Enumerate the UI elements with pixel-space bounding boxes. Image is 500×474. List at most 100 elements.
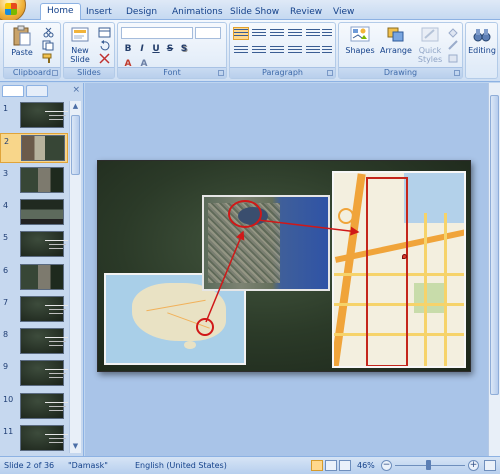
reset-icon[interactable] [98, 40, 111, 51]
slide-thumbnail[interactable]: 2 [0, 133, 68, 164]
map-street [424, 213, 427, 366]
align-left-button[interactable] [234, 45, 248, 56]
new-slide-button[interactable]: New Slide [66, 25, 94, 64]
slide-thumbnail-image [20, 392, 68, 419]
copy-icon[interactable] [42, 40, 55, 51]
slide-thumbnail[interactable]: 1 [0, 101, 68, 131]
slide-thumbnail[interactable]: 11 [0, 424, 68, 454]
strikethrough-button[interactable]: S [164, 43, 176, 55]
numbering-button[interactable] [252, 28, 266, 39]
drawing-dialog-launcher[interactable] [454, 70, 460, 76]
shape-effects-icon[interactable] [447, 53, 460, 64]
paste-button[interactable]: Paste [7, 25, 37, 57]
text-shadow-button[interactable]: S [178, 43, 190, 55]
slides-pane: × 1 2 3 4 5 6 7 8 9 10 11 ▲ ▼ [0, 83, 84, 456]
arrange-button[interactable]: Arrange [379, 25, 413, 55]
slide-show-view-button[interactable] [339, 460, 351, 471]
map-park [414, 283, 444, 313]
text-direction-button[interactable] [322, 28, 332, 39]
slide-thumbnail[interactable]: 7 [0, 295, 68, 325]
font-dialog-launcher[interactable] [218, 70, 224, 76]
slide-thumbnail[interactable]: 8 [0, 327, 68, 357]
office-button[interactable] [0, 0, 26, 22]
shape-outline-icon[interactable] [447, 40, 460, 51]
cut-icon[interactable] [42, 27, 55, 38]
editing-button[interactable]: Editing [467, 25, 497, 55]
fit-to-window-button[interactable] [484, 460, 496, 471]
slide-thumbnail[interactable]: 10 [0, 392, 68, 422]
scroll-down-icon[interactable]: ▼ [71, 442, 80, 452]
slides-pane-scrollbar[interactable]: ▲ ▼ [69, 101, 81, 453]
zoom-level[interactable]: 46% [357, 461, 375, 470]
theme-status[interactable]: "Damask" [68, 461, 108, 470]
highlight-circle[interactable] [196, 318, 214, 336]
language-status[interactable]: English (United States) [135, 461, 227, 470]
layout-icon[interactable] [98, 27, 111, 38]
thumbnail-text-lines [45, 369, 68, 380]
increase-indent-button[interactable] [288, 28, 302, 39]
editor-scrollbar[interactable] [488, 83, 500, 456]
slide-thumbnail[interactable]: 6 [0, 263, 68, 293]
highlight-circle[interactable] [338, 208, 354, 224]
align-text-button[interactable] [322, 45, 332, 56]
align-right-button[interactable] [270, 45, 284, 56]
slide-number: 5 [3, 233, 9, 243]
slide-number: 10 [3, 394, 14, 404]
slide-thumbnail[interactable]: 4 [0, 198, 68, 228]
paragraph-dialog-launcher[interactable] [327, 70, 333, 76]
slide-thumbnail-image [20, 295, 68, 322]
scroll-thumb[interactable] [71, 115, 80, 175]
tab-slide-show[interactable]: Slide Show [224, 5, 285, 20]
slide-thumbnail[interactable]: 9 [0, 359, 68, 389]
slide-thumbnail[interactable]: 3 [0, 166, 68, 196]
quick-styles-button[interactable]: Quick Styles [415, 25, 445, 64]
tab-insert[interactable]: Insert [80, 5, 118, 20]
shapes-button[interactable]: Shapes [343, 25, 377, 55]
normal-view-button[interactable] [311, 460, 323, 471]
tab-review[interactable]: Review [284, 5, 328, 20]
columns-button[interactable] [306, 45, 320, 56]
zoom-slider-knob[interactable] [426, 460, 431, 470]
drawing-group: Shapes Arrange Quick Styles Drawing [338, 22, 463, 79]
slide-sorter-view-button[interactable] [325, 460, 337, 471]
slide-thumbnail[interactable]: 5 [0, 230, 68, 260]
slide-number: 11 [3, 427, 14, 436]
paragraph-group: Paragraph [229, 22, 336, 79]
format-painter-icon[interactable] [42, 53, 55, 64]
italic-button[interactable]: I [136, 43, 148, 55]
decrease-indent-button[interactable] [270, 28, 284, 39]
shape-fill-icon[interactable] [447, 27, 460, 38]
tab-animations[interactable]: Animations [166, 5, 229, 20]
map-street [444, 213, 447, 366]
clipboard-dialog-launcher[interactable] [52, 70, 58, 76]
slide-thumbnail-image [21, 135, 65, 162]
close-pane-icon[interactable]: × [72, 85, 80, 95]
bold-button[interactable]: B [122, 43, 134, 55]
bullets-button[interactable] [233, 27, 249, 40]
highlight-circle[interactable] [228, 200, 262, 228]
delete-slide-icon[interactable] [98, 53, 111, 64]
zoom-in-button[interactable]: + [468, 460, 479, 471]
zoom-out-button[interactable]: − [381, 460, 392, 471]
tab-view[interactable]: View [327, 5, 360, 20]
tab-outline[interactable] [26, 85, 48, 97]
justify-button[interactable] [288, 45, 302, 56]
underline-button[interactable]: U [150, 43, 162, 55]
paste-icon [13, 25, 31, 46]
street-map-image[interactable] [332, 171, 466, 368]
align-center-button[interactable] [252, 45, 266, 56]
aerial-sydney-image[interactable] [202, 195, 330, 291]
font-size-combobox[interactable] [195, 27, 221, 39]
map-tasmania [184, 341, 196, 349]
slide-thumbnail-image [20, 263, 64, 290]
scroll-up-icon[interactable]: ▲ [71, 102, 80, 112]
highlight-rectangle[interactable] [366, 177, 408, 366]
font-name-combobox[interactable] [121, 27, 193, 39]
editor-scroll-thumb[interactable] [490, 95, 499, 395]
tab-slides[interactable] [2, 85, 24, 97]
tab-design[interactable]: Design [120, 5, 163, 20]
tab-home[interactable]: Home [40, 3, 81, 21]
font-group: B I U S S A A Font [117, 22, 227, 79]
line-spacing-button[interactable] [306, 28, 320, 39]
slide-number: 3 [3, 168, 9, 178]
